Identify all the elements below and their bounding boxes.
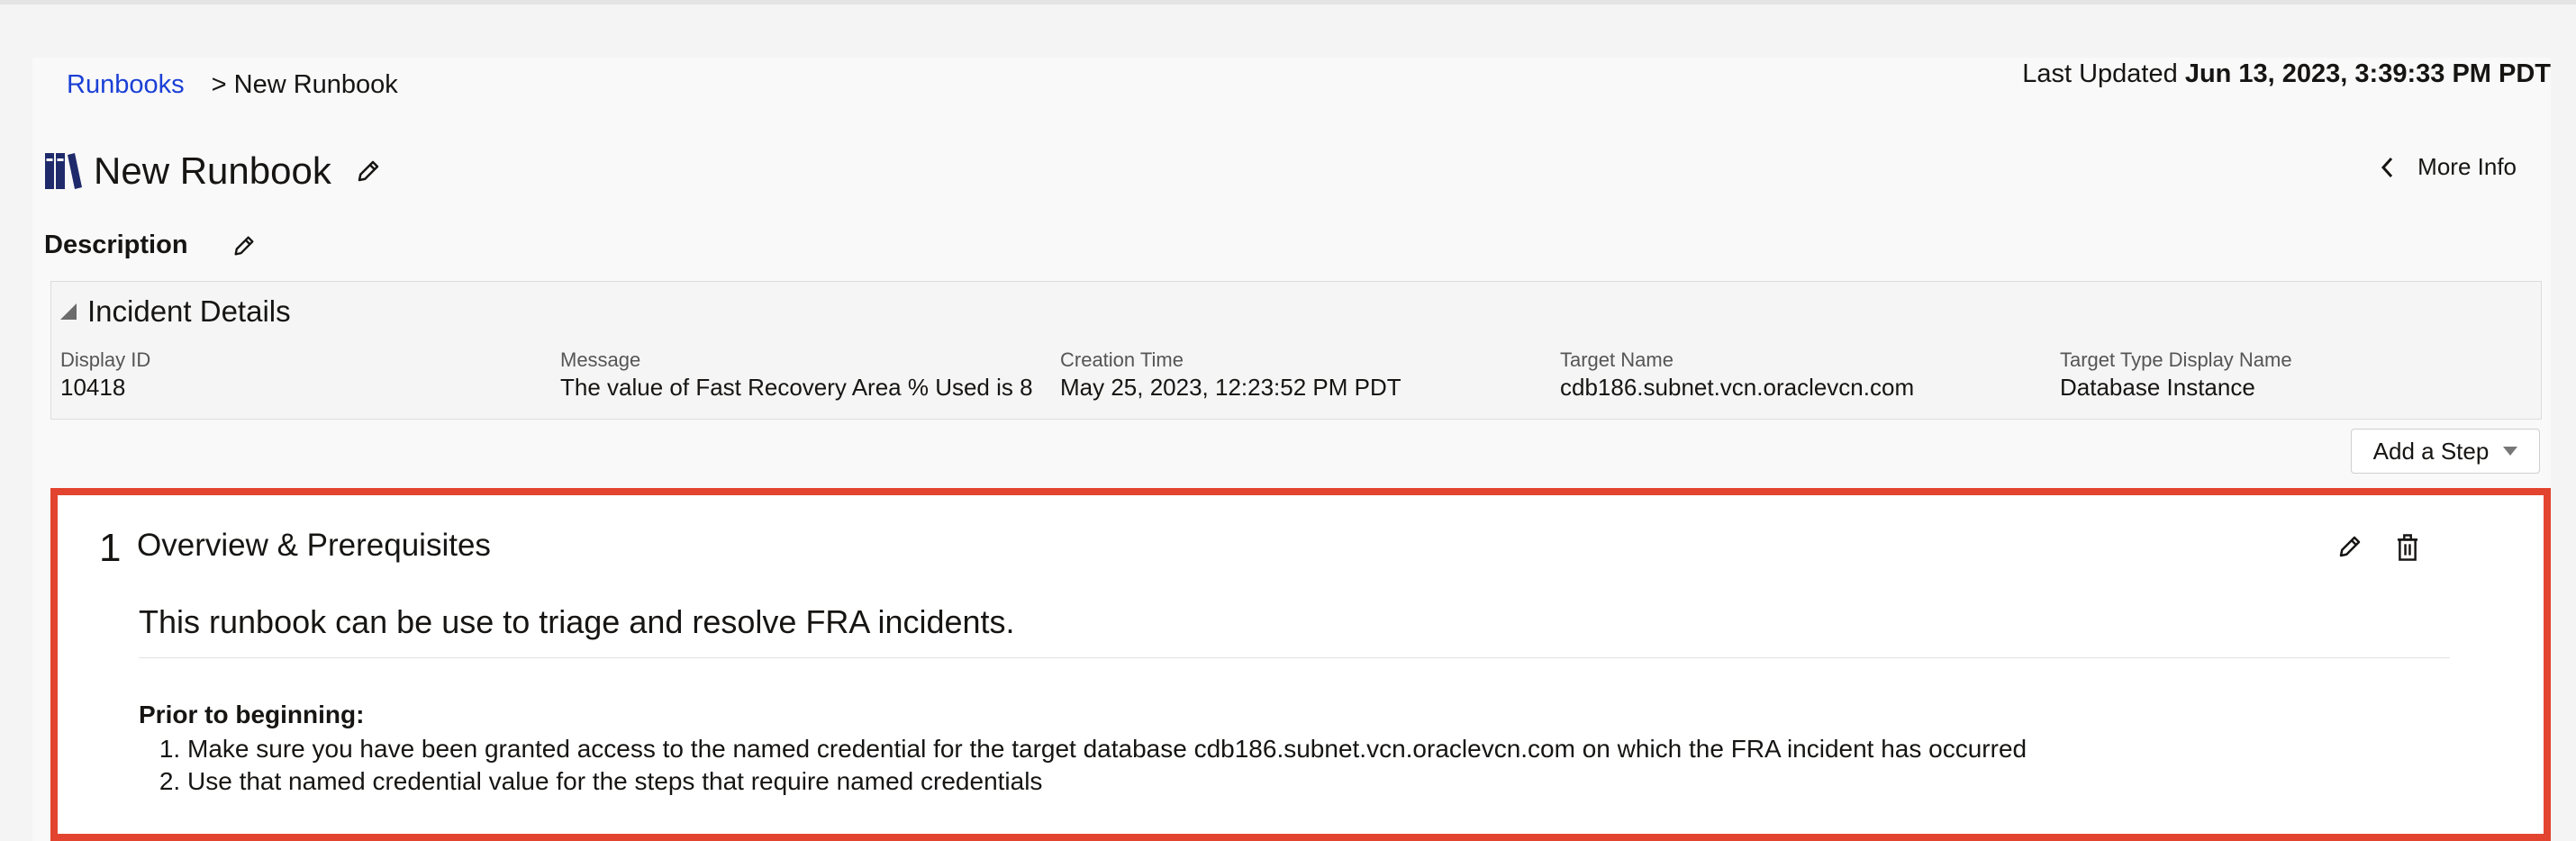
edit-title-pencil-icon[interactable] [355,158,382,185]
more-info-button[interactable]: More Info [2378,153,2517,181]
collapse-triangle-icon[interactable] [60,303,77,320]
description-label: Description [44,231,188,259]
field-target-name: Target Name cdb186.subnet.vcn.oraclevcn.… [1560,348,1914,402]
prerequisite-list: Make sure you have been granted access t… [139,733,2027,798]
last-updated: Last Updated Jun 13, 2023, 3:39:33 PM PD… [2022,59,2551,89]
edit-step-pencil-icon[interactable] [2336,533,2363,560]
page-title-row: New Runbook [43,144,382,198]
step-lead-text: This runbook can be use to triage and re… [139,603,1015,640]
field-label: Display ID [60,348,151,371]
breadcrumb-current: > New Runbook [211,70,398,99]
more-info-label: More Info [2417,153,2517,180]
add-step-button[interactable]: Add a Step [2351,429,2540,474]
add-step-label: Add a Step [2372,437,2490,465]
divider [139,657,2450,658]
trash-icon[interactable] [2394,533,2421,562]
runbook-books-icon [45,153,82,189]
incident-details-panel: Incident Details Display ID 10418 Messag… [50,281,2542,420]
field-value: Database Instance [2060,374,2255,401]
list-item: Use that named credential value for the … [187,765,2027,798]
field-value: cdb186.subnet.vcn.oraclevcn.com [1560,374,1915,401]
field-creation-time: Creation Time May 25, 2023, 12:23:52 PM … [1060,348,1401,402]
field-message: Message The value of Fast Recovery Area … [560,348,1033,402]
breadcrumb-runbooks-link[interactable]: Runbooks [67,70,185,99]
step-number: 1 [99,526,122,570]
last-updated-value: Jun 13, 2023, 3:39:33 PM PDT [2184,59,2551,88]
field-label: Creation Time [1060,348,1184,371]
field-label: Target Type Display Name [2060,348,2292,371]
step-title: Overview & Prerequisites [137,528,491,563]
edit-description-pencil-icon[interactable] [231,233,257,258]
field-target-type: Target Type Display Name Database Instan… [2060,348,2292,402]
prior-label: Prior to beginning: [139,701,365,728]
caret-down-icon [2503,447,2518,456]
field-display-id: Display ID 10418 [60,348,150,402]
list-item: Make sure you have been granted access t… [187,733,2027,765]
field-label: Target Name [1560,348,1673,371]
field-label: Message [560,348,641,371]
incident-details-title: Incident Details [87,294,291,328]
top-strip [0,0,2576,5]
field-value: 10418 [60,374,126,401]
description-row: Description [44,231,257,260]
page-title: New Runbook [94,149,331,192]
chevron-left-icon [2381,157,2393,177]
last-updated-label: Last Updated [2022,59,2178,88]
field-value: May 25, 2023, 12:23:52 PM PDT [1060,374,1401,401]
field-value: The value of Fast Recovery Area % Used i… [560,374,1033,401]
breadcrumb: Runbooks > New Runbook [67,70,398,100]
step-card: 1 Overview & Prerequisites This runbook … [50,488,2551,841]
incident-details-header[interactable]: Incident Details [60,294,291,329]
